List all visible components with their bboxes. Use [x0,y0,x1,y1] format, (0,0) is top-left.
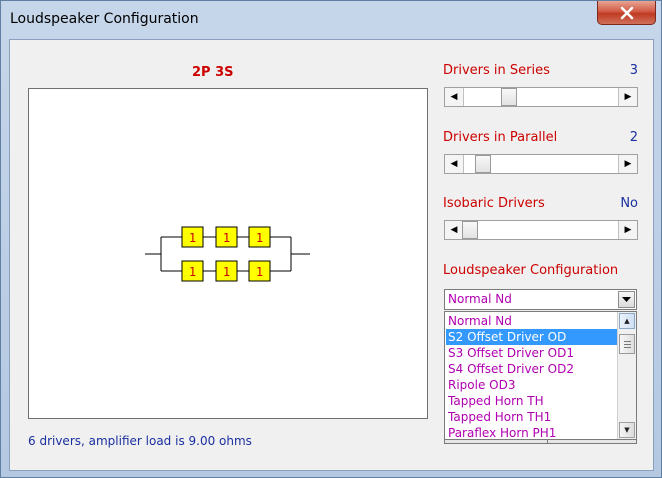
parallel-value: 2 [629,130,638,145]
right-arrow-icon[interactable]: ▶ [618,88,637,106]
config-options-list[interactable]: Normal Nd S2 Offset Driver OD S3 Offset … [444,311,637,440]
driver-label: 1 [189,231,196,245]
parallel-label: Drivers in Parallel [443,130,558,145]
window-title: Loudspeaker Configuration [10,11,199,27]
driver-row-2: 1 1 1 [181,260,271,282]
scroll-down-icon[interactable]: ▼ [619,422,635,438]
list-item[interactable]: Ripole OD3 [446,377,617,393]
config-selected-value: Normal Nd [448,292,512,306]
list-item[interactable]: Normal Nd [446,313,617,329]
isobaric-value: No [620,196,638,211]
chevron-down-icon[interactable] [618,291,635,308]
series-value: 3 [629,63,638,78]
parallel-slider-thumb[interactable] [475,155,491,173]
grip-line [624,341,631,342]
list-item[interactable]: S4 Offset Driver OD2 [446,361,617,377]
close-button[interactable] [597,1,656,25]
list-scroll-thumb[interactable] [619,334,635,354]
left-arrow-icon[interactable]: ◀ [445,88,464,106]
wiring-diagram: 1 1 1 1 1 1 [28,88,428,419]
wiring-diagram-svg: 1 1 1 1 1 1 [145,226,310,282]
isobaric-label: Isobaric Drivers [443,196,545,211]
list-item[interactable]: Paraflex Horn PH1 [446,425,617,439]
right-arrow-icon[interactable]: ▶ [618,221,637,239]
parallel-slider[interactable]: ◀ ▶ [444,154,638,174]
title-bar[interactable]: Loudspeaker Configuration [1,1,661,37]
config-dropdown[interactable]: Normal Nd [444,289,637,310]
driver-label: 1 [223,265,230,279]
scroll-up-icon[interactable]: ▲ [619,313,635,329]
driver-label: 1 [223,231,230,245]
config-label: Loudspeaker Configuration [443,263,619,278]
list-item[interactable]: S3 Offset Driver OD1 [446,345,617,361]
list-item-selected[interactable]: S2 Offset Driver OD [446,329,617,345]
right-arrow-icon[interactable]: ▶ [618,155,637,173]
options-container: Normal Nd S2 Offset Driver OD S3 Offset … [446,313,617,439]
grip-line [624,344,631,345]
configuration-heading: 2P 3S [192,65,234,80]
series-slider[interactable]: ◀ ▶ [444,87,638,107]
driver-label: 1 [256,265,263,279]
driver-label: 1 [189,265,196,279]
isobaric-slider[interactable]: ◀ ▶ [444,220,638,240]
isobaric-slider-thumb[interactable] [462,221,478,239]
close-icon [620,6,634,20]
series-label: Drivers in Series [443,63,550,78]
driver-row-1: 1 1 1 [181,226,271,248]
series-slider-thumb[interactable] [501,88,517,106]
status-text: 6 drivers, amplifier load is 9.00 ohms [28,434,252,448]
dialog-body: 2P 3S 1 1 1 1 1 1 6 drivers, amplifier l… [9,39,654,471]
list-scrollbar[interactable]: ▲ ▼ [617,312,636,439]
grip-line [624,347,631,348]
list-item[interactable]: Tapped Horn TH [446,393,617,409]
dialog-window: Loudspeaker Configuration 2P 3S 1 1 1 1 … [0,0,662,478]
driver-label: 1 [256,231,263,245]
list-item[interactable]: Tapped Horn TH1 [446,409,617,425]
left-arrow-icon[interactable]: ◀ [445,155,464,173]
